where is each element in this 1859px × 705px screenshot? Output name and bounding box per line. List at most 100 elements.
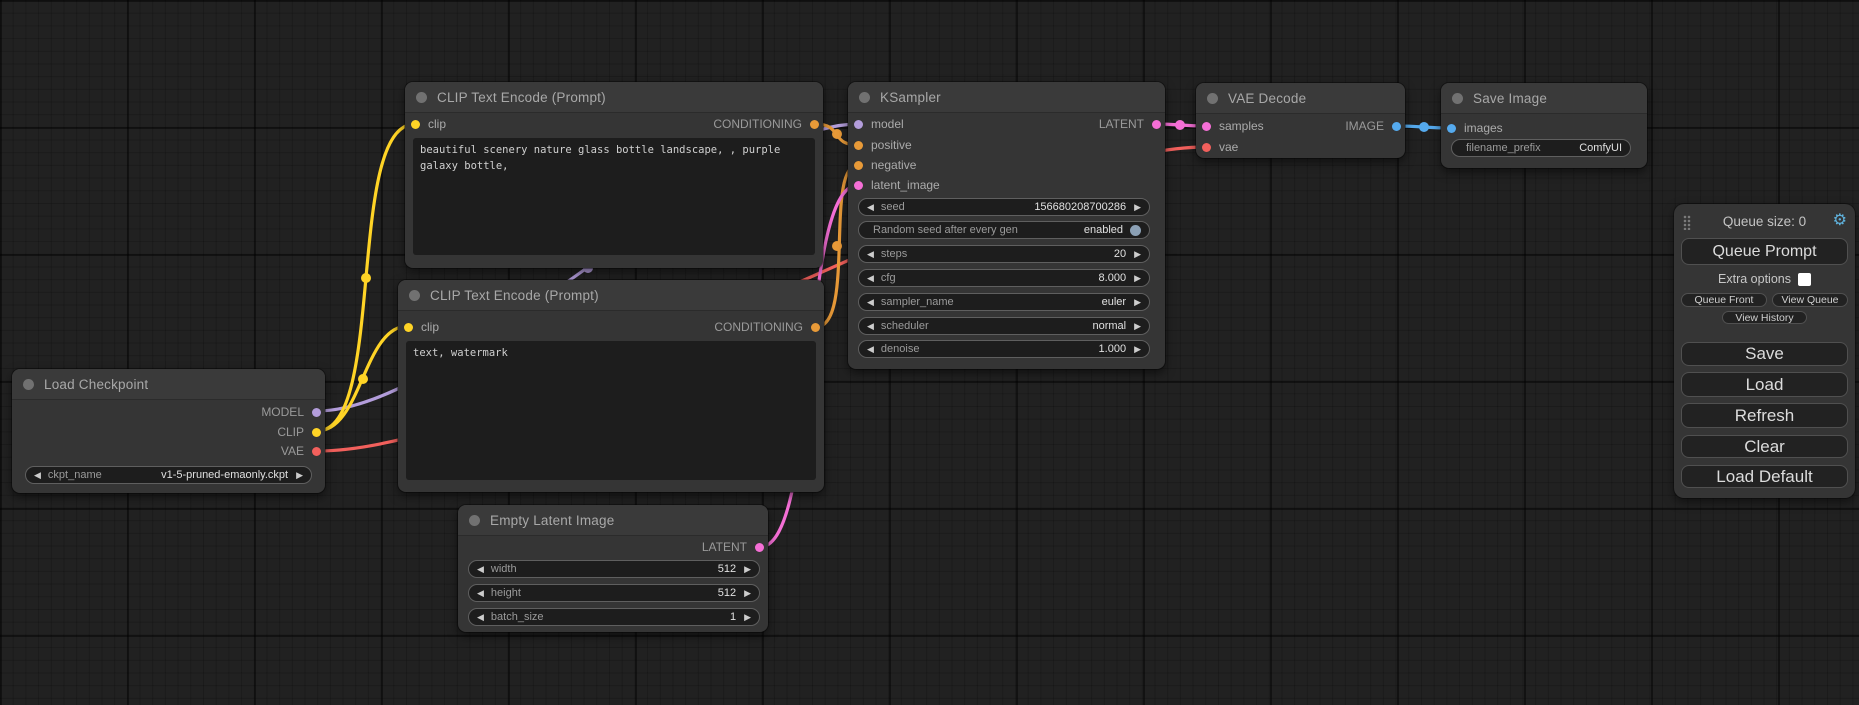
collapse-dot-icon[interactable] bbox=[409, 290, 420, 301]
widget-next-icon[interactable]: ▶ bbox=[1134, 322, 1141, 331]
vae-port-icon[interactable] bbox=[1202, 143, 1211, 152]
view-queue-button[interactable]: View Queue bbox=[1772, 293, 1848, 307]
output-model[interactable]: MODEL bbox=[261, 405, 321, 419]
node-empty-latent-image[interactable]: Empty Latent Image LATENT ◀ width 512 ▶ … bbox=[458, 505, 768, 632]
queue-panel[interactable]: Queue size: 0 ⚙ Queue Prompt Extra optio… bbox=[1674, 204, 1855, 498]
node-title-bar[interactable]: VAE Decode bbox=[1196, 83, 1405, 114]
widget-next-icon[interactable]: ▶ bbox=[744, 613, 751, 622]
input-vae[interactable]: vae bbox=[1202, 140, 1238, 154]
collapse-dot-icon[interactable] bbox=[1207, 93, 1218, 104]
clear-button[interactable]: Clear bbox=[1681, 435, 1848, 458]
conditioning-port-icon[interactable] bbox=[811, 323, 820, 332]
output-image[interactable]: IMAGE bbox=[1345, 119, 1401, 133]
image-port-icon[interactable] bbox=[1392, 122, 1401, 131]
widget-next-icon[interactable]: ▶ bbox=[1134, 345, 1141, 354]
extra-options-checkbox[interactable] bbox=[1798, 273, 1811, 286]
widget-next-icon[interactable]: ▶ bbox=[744, 565, 751, 574]
output-latent[interactable]: LATENT bbox=[702, 540, 764, 554]
widget-prev-icon[interactable]: ◀ bbox=[477, 613, 484, 622]
widget-prev-icon[interactable]: ◀ bbox=[867, 274, 874, 283]
widget-prev-icon[interactable]: ◀ bbox=[34, 471, 41, 480]
input-negative[interactable]: negative bbox=[854, 158, 916, 172]
cfg-widget[interactable]: ◀ cfg 8.000 ▶ bbox=[858, 269, 1150, 287]
image-port-icon[interactable] bbox=[1447, 124, 1456, 133]
comfyui-canvas[interactable]: { "port_colors": { "model": "#b39ddb", "… bbox=[0, 0, 1859, 705]
node-load-checkpoint[interactable]: Load Checkpoint MODEL CLIP VAE ◀ ckpt_na… bbox=[12, 369, 325, 493]
node-clip-text-encode-positive[interactable]: CLIP Text Encode (Prompt) clip CONDITION… bbox=[405, 82, 823, 268]
gear-icon[interactable]: ⚙ bbox=[1833, 210, 1847, 230]
widget-next-icon[interactable]: ▶ bbox=[1134, 250, 1141, 259]
input-positive[interactable]: positive bbox=[854, 138, 912, 152]
widget-next-icon[interactable]: ▶ bbox=[744, 589, 751, 598]
widget-prev-icon[interactable]: ◀ bbox=[867, 345, 874, 354]
widget-prev-icon[interactable]: ◀ bbox=[867, 298, 874, 307]
node-title-bar[interactable]: CLIP Text Encode (Prompt) bbox=[405, 82, 823, 113]
widget-prev-icon[interactable]: ◀ bbox=[477, 565, 484, 574]
collapse-dot-icon[interactable] bbox=[416, 92, 427, 103]
refresh-button[interactable]: Refresh bbox=[1681, 403, 1848, 428]
latent-port-icon[interactable] bbox=[1202, 122, 1211, 131]
input-latent-image[interactable]: latent_image bbox=[854, 178, 940, 192]
output-vae[interactable]: VAE bbox=[281, 444, 321, 458]
node-title-bar[interactable]: Empty Latent Image bbox=[458, 505, 768, 536]
save-button[interactable]: Save bbox=[1681, 342, 1848, 366]
widget-next-icon[interactable]: ▶ bbox=[1134, 274, 1141, 283]
input-clip[interactable]: clip bbox=[404, 320, 439, 334]
input-samples[interactable]: samples bbox=[1202, 119, 1264, 133]
output-latent[interactable]: LATENT bbox=[1099, 117, 1161, 131]
view-history-button[interactable]: View History bbox=[1722, 311, 1807, 324]
sampler-name-widget[interactable]: ◀ sampler_name euler ▶ bbox=[858, 293, 1150, 311]
node-clip-text-encode-negative[interactable]: CLIP Text Encode (Prompt) clip CONDITION… bbox=[398, 280, 824, 492]
output-clip[interactable]: CLIP bbox=[277, 425, 321, 439]
input-model[interactable]: model bbox=[854, 117, 904, 131]
widget-next-icon[interactable]: ▶ bbox=[1134, 203, 1141, 212]
widget-prev-icon[interactable]: ◀ bbox=[477, 589, 484, 598]
output-conditioning[interactable]: CONDITIONING bbox=[713, 117, 819, 131]
latent-port-icon[interactable] bbox=[755, 543, 764, 552]
conditioning-port-icon[interactable] bbox=[854, 161, 863, 170]
node-save-image[interactable]: Save Image images filename_prefix ComfyU… bbox=[1441, 83, 1647, 168]
scheduler-widget[interactable]: ◀ scheduler normal ▶ bbox=[858, 317, 1150, 335]
collapse-dot-icon[interactable] bbox=[23, 379, 34, 390]
height-widget[interactable]: ◀ height 512 ▶ bbox=[468, 584, 760, 602]
denoise-widget[interactable]: ◀ denoise 1.000 ▶ bbox=[858, 340, 1150, 358]
steps-widget[interactable]: ◀ steps 20 ▶ bbox=[858, 245, 1150, 263]
clip-port-icon[interactable] bbox=[312, 428, 321, 437]
latent-port-icon[interactable] bbox=[854, 181, 863, 190]
widget-prev-icon[interactable]: ◀ bbox=[867, 250, 874, 259]
widget-next-icon[interactable]: ▶ bbox=[296, 471, 303, 480]
widget-prev-icon[interactable]: ◀ bbox=[867, 322, 874, 331]
seed-widget[interactable]: ◀ seed 156680208700286 ▶ bbox=[858, 198, 1150, 216]
toggle-icon[interactable] bbox=[1130, 225, 1141, 236]
collapse-dot-icon[interactable] bbox=[1452, 93, 1463, 104]
latent-port-icon[interactable] bbox=[1152, 120, 1161, 129]
vae-port-icon[interactable] bbox=[312, 447, 321, 456]
node-vae-decode[interactable]: VAE Decode samples vae IMAGE bbox=[1196, 83, 1405, 158]
clip-port-icon[interactable] bbox=[404, 323, 413, 332]
load-default-button[interactable]: Load Default bbox=[1681, 465, 1848, 488]
node-title-bar[interactable]: Save Image bbox=[1441, 83, 1647, 114]
widget-prev-icon[interactable]: ◀ bbox=[867, 203, 874, 212]
output-conditioning[interactable]: CONDITIONING bbox=[714, 320, 820, 334]
node-title-bar[interactable]: Load Checkpoint bbox=[12, 369, 325, 400]
model-port-icon[interactable] bbox=[312, 408, 321, 417]
queue-prompt-button[interactable]: Queue Prompt bbox=[1681, 238, 1848, 265]
node-title-bar[interactable]: CLIP Text Encode (Prompt) bbox=[398, 280, 824, 311]
conditioning-port-icon[interactable] bbox=[854, 141, 863, 150]
model-port-icon[interactable] bbox=[854, 120, 863, 129]
node-title-bar[interactable]: KSampler bbox=[848, 82, 1165, 113]
random-seed-widget[interactable]: Random seed after every gen enabled bbox=[858, 221, 1150, 239]
conditioning-port-icon[interactable] bbox=[810, 120, 819, 129]
input-clip[interactable]: clip bbox=[411, 117, 446, 131]
prompt-textarea[interactable]: text, watermark bbox=[406, 341, 816, 480]
prompt-textarea[interactable]: beautiful scenery nature glass bottle la… bbox=[413, 138, 815, 255]
widget-next-icon[interactable]: ▶ bbox=[1134, 298, 1141, 307]
ckpt-name-widget[interactable]: ◀ ckpt_name v1-5-pruned-emaonly.ckpt ▶ bbox=[25, 466, 312, 484]
collapse-dot-icon[interactable] bbox=[859, 92, 870, 103]
clip-port-icon[interactable] bbox=[411, 120, 420, 129]
input-images[interactable]: images bbox=[1447, 121, 1503, 135]
collapse-dot-icon[interactable] bbox=[469, 515, 480, 526]
batch-size-widget[interactable]: ◀ batch_size 1 ▶ bbox=[468, 608, 760, 626]
filename-prefix-widget[interactable]: filename_prefix ComfyUI bbox=[1451, 139, 1631, 157]
node-ksampler[interactable]: KSampler model positive negative latent_… bbox=[848, 82, 1165, 369]
